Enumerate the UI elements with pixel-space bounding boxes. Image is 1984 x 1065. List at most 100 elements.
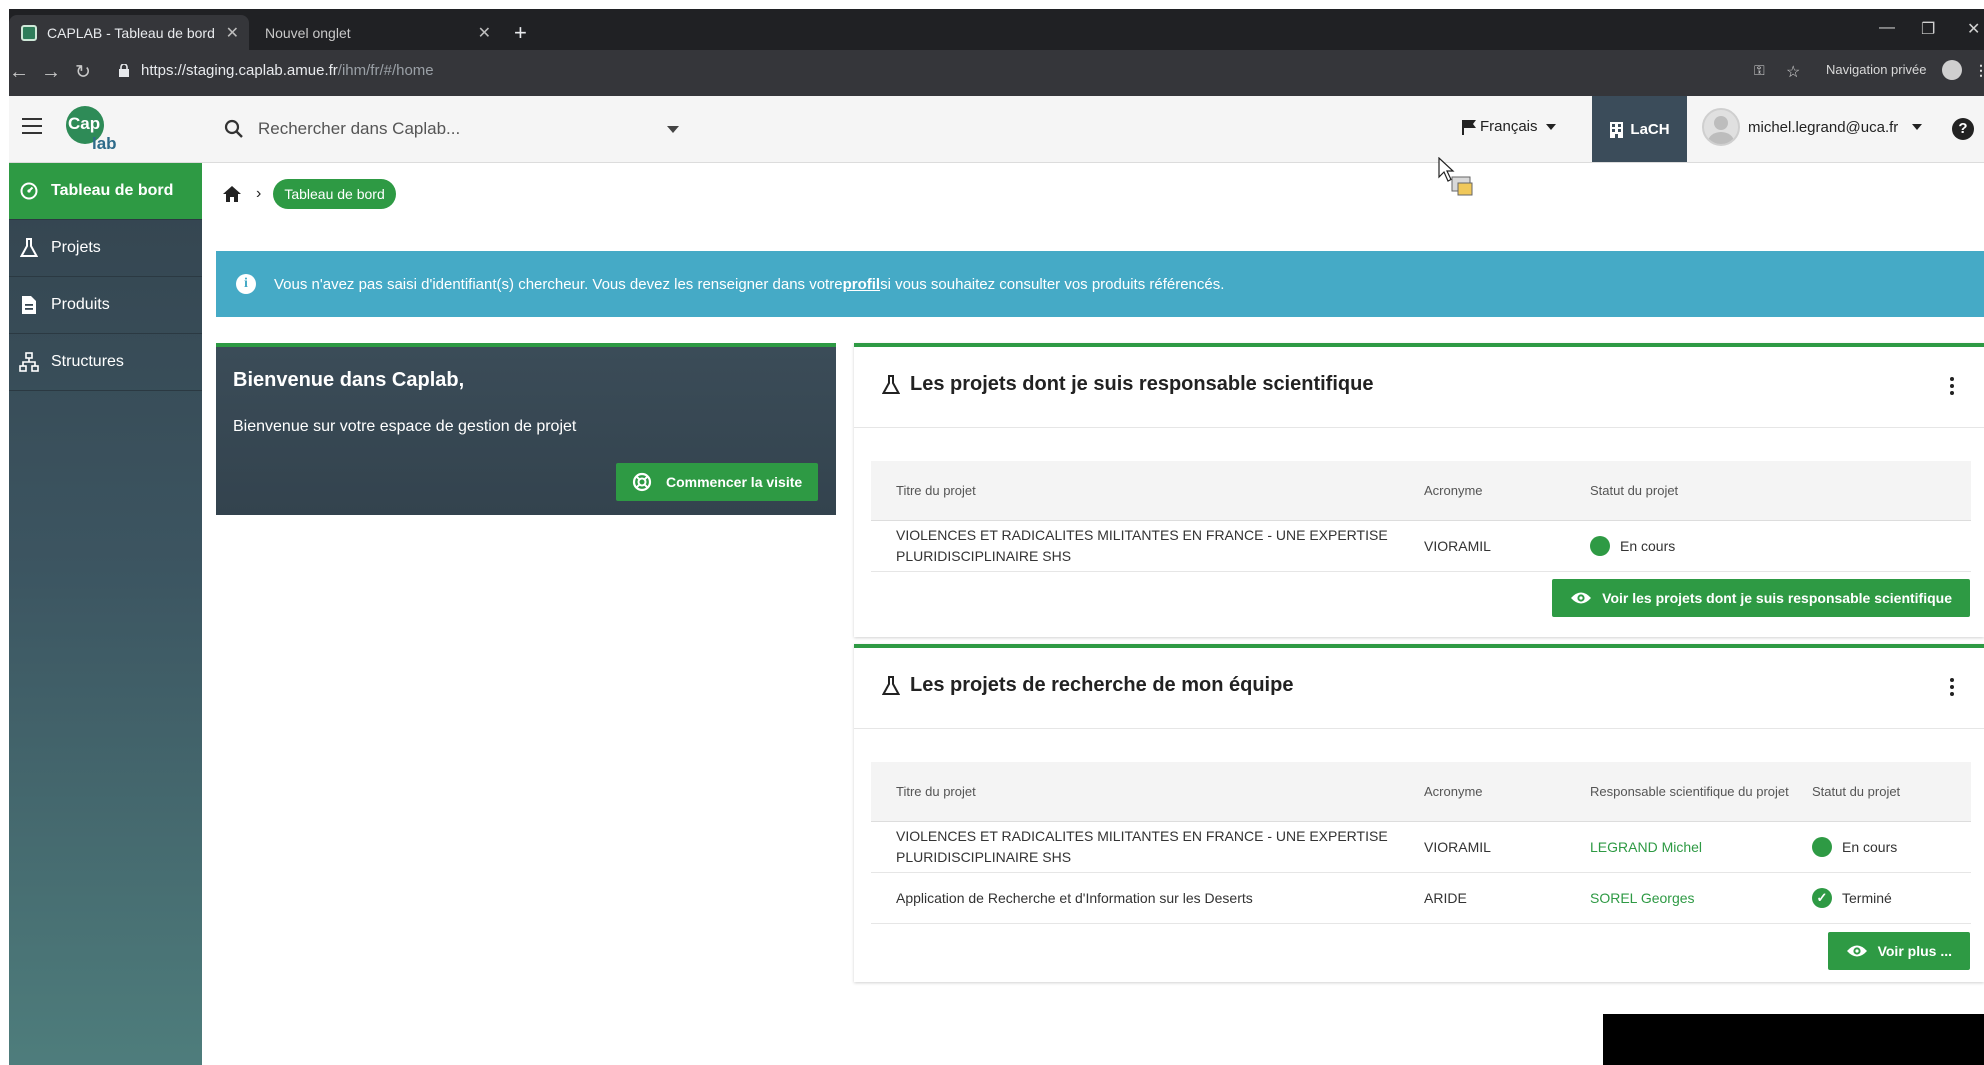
document-icon xyxy=(19,295,39,315)
browser-tabbar: CAPLAB - Tableau de bord ✕ Nouvel onglet… xyxy=(9,9,1984,50)
sidebar-item-label: Tableau de bord xyxy=(51,182,174,199)
info-text-after: si vous souhaitez consulter vos produits… xyxy=(880,275,1225,293)
reload-icon[interactable]: ↻ xyxy=(75,61,91,84)
language-selector[interactable]: Français xyxy=(1461,118,1556,135)
start-tour-label: Commencer la visite xyxy=(666,474,803,490)
card-title: Les projets de recherche de mon équipe xyxy=(882,674,1293,697)
eye-icon xyxy=(1570,591,1592,605)
browser-tab-new[interactable]: Nouvel onglet ✕ xyxy=(253,15,501,50)
close-tab-icon[interactable]: ✕ xyxy=(478,23,491,43)
tab-title: CAPLAB - Tableau de bord xyxy=(47,24,215,41)
project-title: Application de Recherche et d'Informatio… xyxy=(896,889,1253,906)
close-window-icon[interactable]: ✕ xyxy=(1967,19,1980,39)
caplab-favicon-icon xyxy=(21,24,37,41)
info-icon: i xyxy=(236,274,256,294)
column-header[interactable]: Statut du projet xyxy=(1812,784,1962,799)
column-header[interactable]: Acronyme xyxy=(1424,784,1590,799)
sitemap-icon xyxy=(19,352,39,372)
key-icon[interactable]: ⚿ xyxy=(1754,62,1765,79)
sidebar-item-projets[interactable]: Projets xyxy=(9,220,202,277)
mouse-cursor-icon xyxy=(1438,157,1473,196)
welcome-card: Bienvenue dans Caplab, Bienvenue sur vot… xyxy=(216,343,836,515)
browser-window: CAPLAB - Tableau de bord ✕ Nouvel onglet… xyxy=(9,9,1984,1065)
table-row[interactable]: Application de Recherche et d'Informatio… xyxy=(871,873,1971,924)
url-field[interactable]: https://staging.caplab.amue.fr/ihm/fr/#/… xyxy=(141,62,434,79)
table-header: Titre du projet Acronyme Statut du proje… xyxy=(871,461,1971,521)
column-header[interactable]: Acronyme xyxy=(1424,483,1590,498)
browser-tab-caplab[interactable]: CAPLAB - Tableau de bord ✕ xyxy=(9,15,249,50)
incognito-icon[interactable] xyxy=(1942,60,1962,80)
search-input[interactable]: Rechercher dans Caplab... xyxy=(209,104,699,154)
flask-icon xyxy=(882,374,900,395)
structure-label: LaCH xyxy=(1630,120,1670,138)
sidebar-item-structures[interactable]: Structures xyxy=(9,334,202,391)
chevron-right-icon: › xyxy=(256,185,262,202)
star-icon[interactable]: ☆ xyxy=(1786,62,1800,82)
info-banner: i Vous n'avez pas saisi d'identifiant(s)… xyxy=(216,251,1984,317)
responsable-link[interactable]: SOREL Georges xyxy=(1590,890,1812,906)
restore-icon[interactable]: ❐ xyxy=(1921,19,1935,39)
new-tab-icon[interactable]: + xyxy=(514,20,527,46)
forward-icon[interactable]: → xyxy=(41,61,61,84)
divider xyxy=(854,427,1984,428)
flag-icon xyxy=(1462,119,1476,135)
status-in-progress-icon xyxy=(1590,536,1610,556)
column-header[interactable]: Titre du projet xyxy=(871,781,1424,802)
view-more-button[interactable]: Voir plus ... xyxy=(1827,932,1970,970)
project-status: En cours xyxy=(1812,837,1962,857)
browser-menu-icon[interactable]: ⋮ xyxy=(1974,62,1984,79)
team-projects-table: Titre du projet Acronyme Responsable sci… xyxy=(871,762,1971,924)
search-dropdown-icon[interactable] xyxy=(667,126,679,133)
breadcrumb: › Tableau de bord xyxy=(222,179,396,209)
user-menu[interactable]: michel.legrand@uca.fr xyxy=(1702,108,1923,146)
dashboard-icon xyxy=(19,182,39,200)
building-icon xyxy=(1610,121,1624,138)
avatar xyxy=(1702,108,1740,146)
status-in-progress-icon xyxy=(1812,837,1832,857)
project-acronym: ARIDE xyxy=(1424,890,1467,906)
projects-responsable-card: Les projets dont je suis responsable sci… xyxy=(854,343,1984,637)
back-icon[interactable]: ← xyxy=(9,61,29,84)
more-options-icon[interactable] xyxy=(1950,678,1954,699)
column-header[interactable]: Responsable scientifique du projet xyxy=(1590,784,1812,799)
chevron-down-icon xyxy=(1912,124,1923,130)
welcome-subtitle: Bienvenue sur votre espace de gestion de… xyxy=(233,418,577,435)
view-responsable-projects-button[interactable]: Voir les projets dont je suis responsabl… xyxy=(1552,579,1970,617)
chevron-down-icon xyxy=(1545,123,1556,130)
help-icon[interactable]: ? xyxy=(1952,118,1974,140)
sidebar-item-tableau-de-bord[interactable]: Tableau de bord xyxy=(9,163,202,220)
search-icon xyxy=(224,119,243,138)
project-status: En cours xyxy=(1590,536,1930,556)
divider xyxy=(854,728,1984,729)
table-row[interactable]: VIOLENCES ET RADICALITES MILITANTES EN F… xyxy=(871,822,1971,873)
sidebar-item-label: Structures xyxy=(51,353,124,370)
caplab-logo[interactable]: Cap lab xyxy=(66,106,122,154)
user-email: michel.legrand@uca.fr xyxy=(1748,118,1899,136)
close-tab-icon[interactable]: ✕ xyxy=(226,23,239,43)
menu-toggle-icon[interactable] xyxy=(22,118,42,134)
flask-icon xyxy=(882,675,900,696)
more-options-icon[interactable] xyxy=(1950,377,1954,398)
language-label: Français xyxy=(1480,118,1538,135)
table-row[interactable]: VIOLENCES ET RADICALITES MILITANTES EN F… xyxy=(871,521,1971,572)
project-status: ✓ Terminé xyxy=(1812,888,1962,908)
projects-table: Titre du projet Acronyme Statut du proje… xyxy=(871,461,1971,572)
start-tour-button[interactable]: Commencer la visite xyxy=(616,463,819,501)
column-header[interactable]: Statut du projet xyxy=(1590,483,1930,498)
project-acronym: VIORAMIL xyxy=(1424,538,1491,554)
main-content: › Tableau de bord i Vous n'avez pas sais… xyxy=(202,163,1984,1065)
structure-switcher[interactable]: LaCH xyxy=(1592,96,1687,162)
responsable-link[interactable]: LEGRAND Michel xyxy=(1590,839,1812,855)
flask-icon xyxy=(19,238,39,258)
sidebar-item-produits[interactable]: Produits xyxy=(9,277,202,334)
profile-link[interactable]: profil xyxy=(843,276,881,293)
minimize-icon[interactable]: — xyxy=(1879,19,1895,37)
breadcrumb-current[interactable]: Tableau de bord xyxy=(273,179,396,209)
home-icon[interactable] xyxy=(222,185,242,203)
card-title: Les projets dont je suis responsable sci… xyxy=(882,373,1373,396)
column-header[interactable]: Titre du projet xyxy=(871,480,1424,501)
table-header: Titre du projet Acronyme Responsable sci… xyxy=(871,762,1971,822)
welcome-title: Bienvenue dans Caplab, xyxy=(233,369,465,391)
status-done-icon: ✓ xyxy=(1812,888,1832,908)
sidebar-item-label: Produits xyxy=(51,296,110,313)
